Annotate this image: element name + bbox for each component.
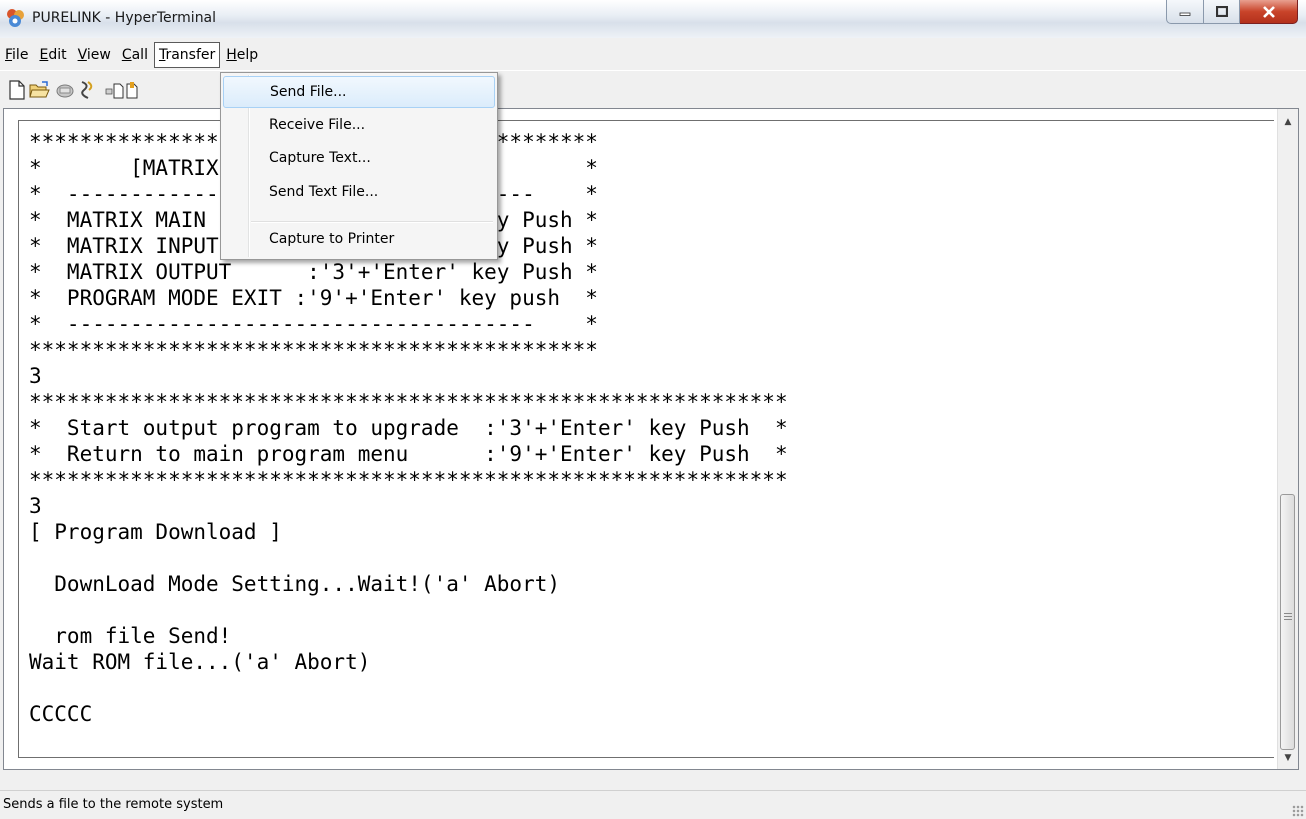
maximize-icon [1215,6,1228,17]
terminal-line: * Start output program to upgrade :'3'+'… [29,416,788,440]
vertical-scrollbar[interactable]: ▲ ▼ [1277,109,1298,769]
menu-file-rest: ile [12,47,29,63]
menu-item-capture-to-printer[interactable]: Capture to Printer [223,224,495,256]
menu-item-capture-text[interactable]: Capture Text... [223,143,495,175]
menu-item-receive-file[interactable]: Receive File... [223,110,495,142]
menu-file[interactable]: File [0,42,33,68]
terminal-line: * ------------------------------------- … [29,312,598,336]
transfer-menu: Send File... Receive File... Capture Tex… [220,72,498,260]
menu-separator [251,221,493,223]
terminal-screen[interactable]: ****************************************… [18,120,1274,758]
scroll-down-arrow-icon[interactable]: ▼ [1278,749,1298,767]
menu-transfer[interactable]: Transfer [153,42,221,68]
terminal-line: * MATRIX OUTPUT :'3'+'Enter' key Push * [29,260,598,284]
menu-file-accel: F [5,47,13,63]
terminal-frame: ****************************************… [3,108,1299,770]
terminal-line: ****************************************… [29,468,788,492]
menu-help-rest: elp [236,47,259,63]
terminal-line: * Return to main program menu :'9'+'Ente… [29,442,788,466]
menu-item-label: Receive File... [269,117,366,133]
menu-view-rest: iew [86,47,111,63]
grip-icon [1284,613,1292,621]
resize-grip-icon[interactable] [1292,805,1304,817]
menu-transfer-rest: ransfer [165,47,216,63]
menu-item-send-file[interactable]: Send File... [223,76,495,108]
menu-call-accel: C [121,47,132,63]
receive-file-icon[interactable] [124,79,146,101]
toolbar [0,70,1306,109]
disconnect-icon[interactable] [76,79,98,101]
hyperterminal-icon [7,9,24,27]
menu-edit-rest: dit [48,47,67,63]
close-button[interactable] [1240,0,1298,24]
menu-call[interactable]: Call [117,42,153,68]
scroll-up-arrow-icon[interactable]: ▲ [1278,113,1298,131]
menu-view-accel: V [77,47,87,63]
terminal-line: ****************************************… [29,390,788,414]
menu-view[interactable]: View [73,42,116,68]
menu-edit[interactable]: Edit [34,42,71,68]
minimize-button[interactable] [1166,0,1204,24]
status-bar: Sends a file to the remote system [0,790,1306,819]
menu-call-rest: all [131,47,148,63]
new-connection-icon[interactable] [6,79,28,101]
terminal-line: 3 [29,364,42,388]
menu-help[interactable]: Help [221,42,263,68]
terminal-line: * PROGRAM MODE EXIT :'9'+'Enter' key pus… [29,286,598,310]
terminal-line: DownLoad Mode Setting...Wait!('a' Abort) [29,572,561,596]
window-title: PURELINK - HyperTerminal [32,10,217,26]
terminal-line: Wait ROM file...('a' Abort) [29,650,371,674]
close-icon [1262,5,1275,18]
title-bar[interactable]: PURELINK - HyperTerminal [0,0,1306,38]
menu-item-label: Capture Text... [269,150,371,166]
menu-help-accel: H [226,47,237,63]
menu-item-label: Send File... [270,84,347,100]
menu-item-label: Send Text File... [269,184,379,200]
caption-buttons [1166,0,1298,26]
send-file-icon[interactable] [104,79,126,101]
terminal-line: 3 [29,494,42,518]
terminal-line: rom file Send! [29,624,232,648]
terminal-line: ****************************************… [29,338,598,362]
open-icon[interactable] [28,79,50,101]
status-text: Sends a file to the remote system [3,797,224,812]
scrollbar-thumb[interactable] [1280,494,1295,750]
menu-bar: File Edit View Call Transfer Help [0,40,1306,70]
terminal-line: CCCCC [29,702,93,726]
terminal-line: [ Program Download ] [29,520,282,544]
maximize-button[interactable] [1204,0,1240,24]
call-icon[interactable] [54,79,76,101]
menu-edit-accel: E [39,47,49,63]
menu-item-send-text-file[interactable]: Send Text File... [223,177,495,209]
minimize-icon [1179,12,1191,16]
menu-item-label: Capture to Printer [269,231,395,247]
hyperterminal-window: PURELINK - HyperTerminal File Edit View … [0,0,1306,819]
